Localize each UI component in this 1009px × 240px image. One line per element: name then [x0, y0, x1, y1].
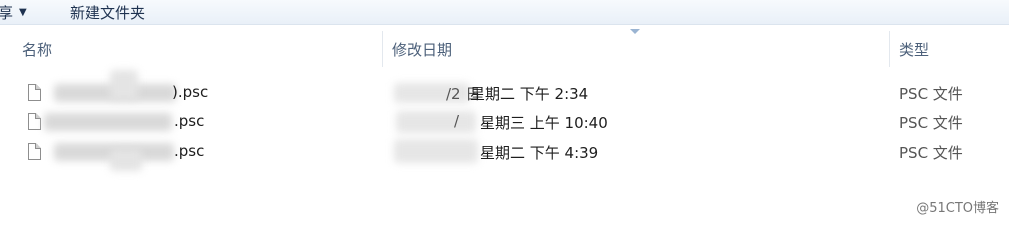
column-header-date-modified[interactable]: 修改日期	[392, 31, 889, 67]
date-partial: /	[454, 112, 460, 130]
file-row[interactable]: .psc / 星期三 上午 10:40 PSC 文件	[22, 109, 992, 137]
file-date: 星期二 下午 4:39	[480, 144, 599, 162]
file-type: PSC 文件	[899, 114, 963, 132]
redacted-region	[110, 70, 138, 100]
file-name: .psc	[174, 112, 205, 130]
file-icon	[28, 84, 41, 101]
watermark: @51CTO博客	[916, 201, 999, 216]
column-header-name[interactable]: 名称	[22, 31, 382, 67]
file-type: PSC 文件	[899, 144, 963, 162]
new-folder-button[interactable]: 新建文件夹	[70, 1, 145, 23]
share-menu-button[interactable]: 享 ▼	[0, 1, 27, 23]
file-row[interactable]: ).psc /2 日 星期二 下午 2:34 PSC 文件	[22, 70, 992, 108]
column-header-type[interactable]: 类型	[899, 31, 999, 67]
chevron-down-icon: ▼	[19, 6, 27, 18]
file-name: .psc	[174, 142, 205, 160]
redacted-region	[396, 111, 476, 133]
file-row[interactable]: .psc 星期二 下午 4:39 PSC 文件	[22, 139, 992, 171]
column-divider[interactable]	[382, 31, 383, 67]
redacted-region	[44, 113, 172, 131]
share-label: 享	[0, 3, 14, 22]
redacted-region	[110, 149, 142, 171]
file-icon	[28, 143, 41, 160]
column-header: 名称 修改日期 类型	[0, 31, 1009, 67]
sort-indicator-icon	[630, 29, 640, 34]
file-date: 星期三 上午 10:40	[480, 114, 608, 132]
column-divider[interactable]	[889, 31, 890, 67]
command-bar: 享 ▼ 新建文件夹	[0, 0, 1009, 25]
file-icon	[28, 113, 41, 130]
file-name: ).psc	[172, 83, 209, 101]
file-type: PSC 文件	[899, 85, 963, 103]
redacted-region	[394, 139, 478, 163]
file-date: 星期二 下午 2:34	[470, 85, 589, 103]
